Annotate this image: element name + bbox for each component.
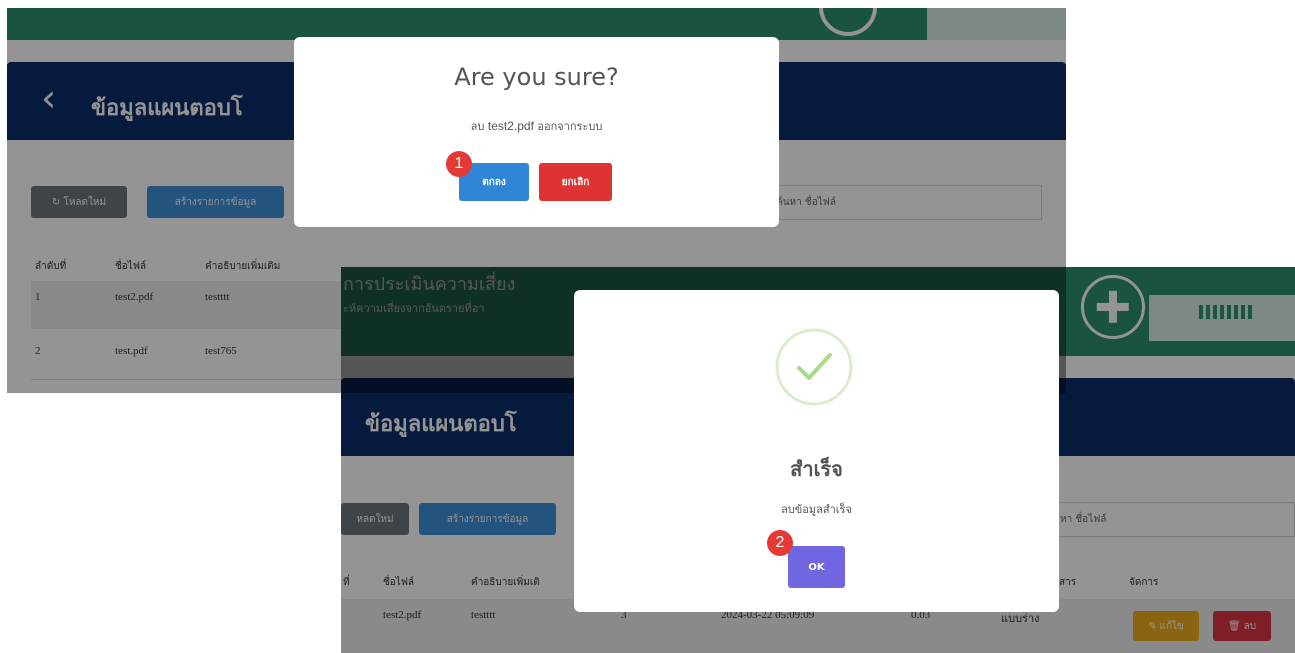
ok-button[interactable]: OK — [788, 546, 845, 588]
step-marker-1: 1 — [446, 151, 472, 177]
dialog-title: สำเร็จ — [790, 457, 843, 481]
step-marker-2: 2 — [767, 530, 793, 556]
dialog-message: ลบ test2.pdf ออกจากระบบ — [294, 117, 779, 135]
success-check-svg — [775, 328, 853, 406]
message-filename: test2.pdf — [487, 119, 534, 133]
message-prefix: ลบ — [470, 120, 485, 133]
dialog-title: Are you sure? — [454, 63, 619, 91]
message-suffix: ออกจากระบบ — [537, 120, 603, 133]
success-dialog: สำเร็จ ลบข้อมูลสำเร็จ OK — [574, 290, 1059, 612]
confirm-dialog: Are you sure? ลบ test2.pdf ออกจากระบบ ตก… — [294, 37, 779, 227]
success-check-icon — [774, 327, 854, 407]
dialog-message: ลบข้อมูลสำเร็จ — [781, 503, 852, 516]
cancel-button[interactable]: ยกเลิก — [539, 163, 612, 201]
